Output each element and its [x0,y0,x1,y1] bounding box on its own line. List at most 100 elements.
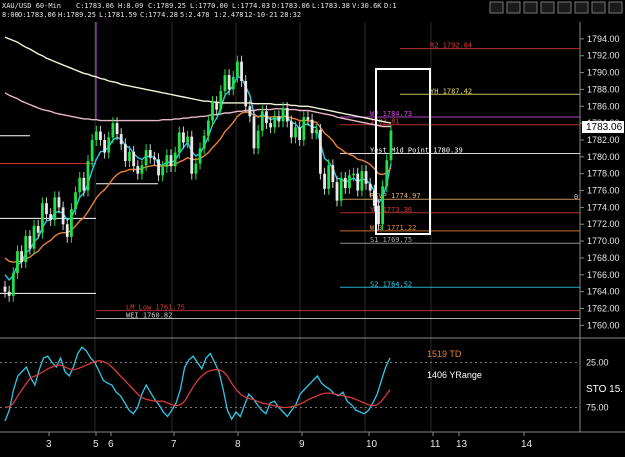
candle-body [206,120,210,136]
candle-body [277,116,281,122]
candle-body [36,225,40,233]
window-button-box[interactable] [591,1,606,14]
candle-body [65,224,69,237]
window-button-minimize[interactable] [489,1,504,14]
candle-body [256,130,260,149]
window-button-help[interactable] [540,1,555,14]
header-symbol: XAU/USD 60-Min [2,2,61,10]
candle-body [244,80,248,107]
header-close2: C:1789.25 [148,2,186,10]
candle-body [327,165,331,189]
osc-tick-label: 75.00 [586,403,609,413]
price-tick-label: 1782.00 [587,135,620,145]
candle-body [215,102,219,110]
x-tick-label: 3 [46,439,52,450]
candle-body [153,157,156,160]
level-label: Yest Mid Point 1780.39 [370,147,463,155]
price-tick-label: 1768.00 [587,253,620,263]
candle-body [252,116,256,149]
header-volume: V:30.6K [352,2,382,10]
candle-body [165,155,169,167]
candle-body [7,291,11,296]
header-day: D:1 [384,2,397,10]
window-button-box[interactable] [489,1,504,14]
current-price-tag: 1783.06 [582,121,624,133]
window-button-expand[interactable] [608,1,623,14]
candle-body [132,151,136,167]
price-tick-label: 1774.00 [587,202,620,212]
candle-body [339,177,343,201]
misc-label: 0 [574,193,578,201]
candle-body [45,203,48,215]
x-tick-label: 7 [171,439,177,450]
window-button-box[interactable] [540,1,555,14]
header-time: 8:00 [2,11,19,19]
level-label: WEI 1760.82 [126,311,172,319]
price-tick-label: 1762.00 [587,304,620,314]
candle-body [115,123,119,135]
header-clock: 28:32 [280,11,301,19]
header-last2: 1:2.478 [214,11,244,19]
candle-body [90,139,94,162]
price-tick-label: 1792.00 [587,51,620,61]
candle-body [343,177,347,189]
header-date: 12-10-21 [244,11,278,19]
candle-body [314,129,318,134]
candle-body [323,173,326,189]
candle-body [74,192,77,210]
candle-body [148,150,152,158]
window-button-pin[interactable] [574,1,589,14]
candle-body [82,177,86,191]
candle-body [57,197,61,208]
header-line-1: XAU/USD 60-Min C:1783.06 H:8.09 C:1789.2… [2,2,397,10]
candle-body [294,127,297,138]
candle-body [99,131,102,140]
window-button-settings[interactable] [557,1,572,14]
window-button-box[interactable] [608,1,623,14]
header-low2: L:1781.59 [99,11,137,19]
header-price: D:1783.06 [272,2,310,10]
window-button-box[interactable] [557,1,572,14]
candle-body [310,119,314,134]
candle-body [265,111,268,124]
candle-body [70,209,73,237]
candle-body [144,150,148,166]
osc-series-sto-d [4,360,391,409]
candle-body [306,117,310,120]
window-button-box[interactable] [574,1,589,14]
window-button-zoom[interactable] [591,1,606,14]
yrange-label: 1406 YRange [427,370,482,380]
candle-body [32,225,36,249]
candle-body [289,121,293,138]
price-tick-label: 1766.00 [587,270,620,280]
price-tick-label: 1794.00 [587,34,620,44]
candle-body [389,130,393,161]
candle-body [319,129,322,174]
header-close3: C:1774.28 [140,11,178,19]
price-tick-label: 1772.00 [587,219,620,229]
candle-body [298,127,302,140]
window-button-restore[interactable] [506,1,521,14]
candle-body [377,205,380,225]
price-panel: R2 1792.84YH 1787.42WP 1784.731783.81Yes… [0,22,624,432]
window-buttons[interactable] [489,1,623,14]
price-tick-label: 1786.00 [587,101,620,111]
candle-body [140,165,144,174]
candle-body [49,214,53,221]
candle-body [24,236,28,263]
candle-body [94,131,98,140]
candle-body [360,171,364,191]
x-tick-label: 13 [456,439,468,450]
candle-body [194,163,198,174]
window-button-box[interactable] [506,1,521,14]
candle-body [202,135,206,149]
price-tick-label: 1770.00 [587,236,620,246]
candle-body [211,102,214,121]
candle [389,124,393,167]
header-close: C:1783.06 [76,2,114,10]
osc-series-sto-k [4,346,391,422]
candle-body [385,160,389,187]
candle-body [40,203,44,233]
window-button-box[interactable] [523,1,538,14]
window-button-close[interactable] [523,1,538,14]
